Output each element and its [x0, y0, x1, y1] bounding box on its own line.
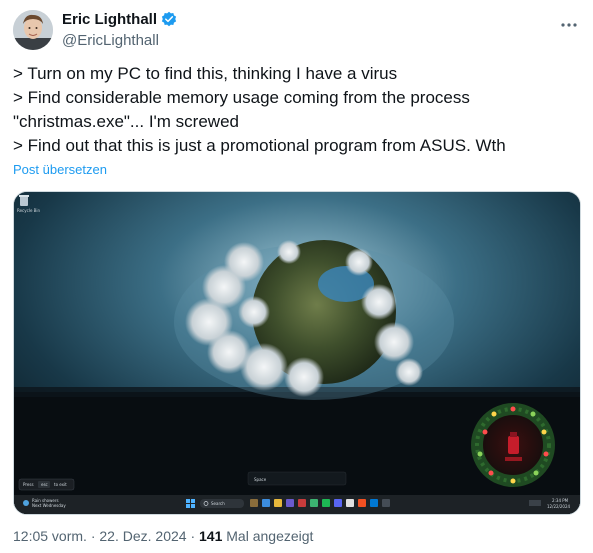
- tweet-line: > Find out that this is just a promotion…: [13, 136, 506, 155]
- system-tray-icons: [529, 500, 541, 506]
- meta-separator: ·: [190, 528, 196, 544]
- post-time[interactable]: 12:05 vorm.: [13, 528, 87, 544]
- avatar-image: [13, 10, 53, 50]
- esc-hint: Press esc to exit: [18, 478, 75, 491]
- svg-text:Search: Search: [211, 501, 225, 506]
- desktop-screenshot: Recycle Bin Press esc to exit Space Rain…: [14, 192, 580, 514]
- meta-separator: ·: [90, 528, 96, 544]
- tweet-meta: 12:05 vorm. · 22. Dez. 2024 · 141 Mal an…: [13, 528, 313, 544]
- post-date[interactable]: 22. Dez. 2024: [99, 528, 186, 544]
- svg-text:to exit: to exit: [54, 482, 67, 487]
- christmas-wreath-widget: [471, 403, 555, 487]
- recycle-bin-label: Recycle Bin: [17, 208, 41, 213]
- svg-text:esc: esc: [41, 482, 48, 487]
- verified-badge-icon: [161, 11, 177, 27]
- weather-icon: [23, 500, 29, 506]
- svg-text:Space: Space: [254, 477, 267, 482]
- avatar[interactable]: [13, 10, 53, 50]
- tweet-line: > Find considerable memory usage coming …: [13, 88, 470, 107]
- tweet-line: "christmas.exe"... I'm screwed: [13, 112, 239, 131]
- author-handle[interactable]: @EricLighthall: [62, 32, 177, 49]
- author-block: Eric Lighthall @EricLighthall: [62, 10, 177, 49]
- more-options-icon[interactable]: [561, 14, 577, 32]
- recycle-bin-icon: [19, 195, 29, 206]
- svg-text:Press: Press: [23, 482, 34, 487]
- tweet-text: > Turn on my PC to find this, thinking I…: [13, 62, 573, 158]
- author-name[interactable]: Eric Lighthall: [62, 11, 157, 28]
- svg-text:2:34 PM: 2:34 PM: [552, 498, 569, 503]
- svg-text:12/22/2024: 12/22/2024: [547, 504, 571, 509]
- views-label: Mal angezeigt: [226, 528, 314, 544]
- svg-text:Next Wednesday: Next Wednesday: [32, 503, 66, 508]
- tweet-line: > Turn on my PC to find this, thinking I…: [13, 64, 398, 83]
- translate-post-link[interactable]: Post übersetzen: [13, 162, 107, 177]
- taskbar: [14, 495, 580, 514]
- views-count: 141: [199, 528, 223, 544]
- tweet-media[interactable]: Recycle Bin Press esc to exit Space Rain…: [13, 191, 581, 515]
